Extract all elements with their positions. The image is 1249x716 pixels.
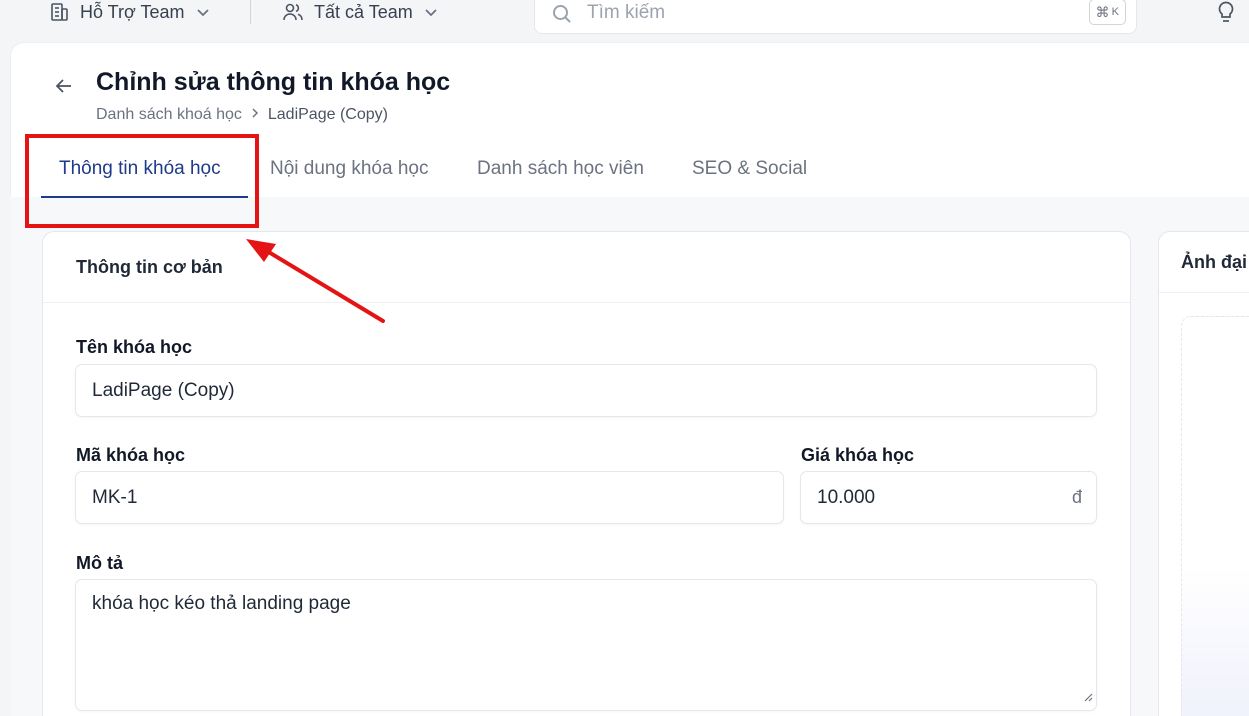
course-price-label: Giá khóa học [801, 445, 915, 465]
featured-image-card: Ảnh đại [1158, 231, 1249, 716]
search-box[interactable]: ⌘ K [534, 0, 1137, 34]
search-input[interactable] [587, 0, 1047, 27]
tab-course-content[interactable]: Nội dung khóa học [270, 158, 428, 180]
section-title: Thông tin cơ bản [76, 257, 223, 277]
annotation-highlight-box [25, 134, 259, 228]
basic-info-card: Thông tin cơ bản Tên khóa học Mã khóa họ… [42, 231, 1131, 716]
chevron-down-icon [195, 4, 211, 20]
course-price-field[interactable]: đ [800, 471, 1097, 524]
currency-unit: đ [1071, 487, 1082, 507]
members-label: Tất cả Team [314, 1, 413, 22]
building-icon [48, 1, 70, 23]
team-label: Hỗ Trợ Team [80, 1, 185, 22]
search-icon [551, 3, 573, 30]
shortcut-badge: ⌘ K [1088, 0, 1126, 25]
course-name-field[interactable] [75, 364, 1097, 417]
chevron-down-icon [423, 4, 439, 20]
lightbulb-icon[interactable] [1214, 0, 1238, 29]
course-code-input[interactable] [92, 472, 767, 523]
members-selector[interactable]: Tất cả Team [282, 0, 439, 24]
breadcrumb: Danh sách khoá học LadiPage (Copy) [96, 106, 388, 124]
page-title: Chỉnh sửa thông tin khóa học [96, 68, 451, 96]
course-price-input[interactable] [817, 472, 1037, 523]
top-bar: Hỗ Trợ Team Tất cả Team ⌘ K [0, 0, 1249, 42]
course-code-field[interactable] [75, 471, 784, 524]
card-header: Thông tin cơ bản [43, 232, 1130, 303]
shortcut-key: K [1111, 6, 1119, 18]
description-textarea[interactable]: khóa học kéo thả landing page [92, 592, 1080, 702]
tab-students[interactable]: Danh sách học viên [477, 158, 644, 180]
chevron-right-icon [250, 106, 260, 124]
featured-image-title: Ảnh đại [1181, 252, 1247, 272]
breadcrumb-current: LadiPage (Copy) [267, 106, 388, 123]
breadcrumb-link-courses[interactable]: Danh sách khoá học [96, 106, 242, 124]
users-icon [282, 1, 304, 23]
description-label: Mô tả [76, 553, 123, 573]
course-name-label: Tên khóa học [76, 337, 193, 357]
course-code-label: Mã khóa học [76, 445, 186, 465]
command-symbol: ⌘ [1095, 3, 1110, 20]
image-dropzone[interactable] [1181, 316, 1249, 716]
description-field[interactable]: khóa học kéo thả landing page [75, 579, 1097, 711]
side-card-header: Ảnh đại [1159, 232, 1249, 293]
team-selector[interactable]: Hỗ Trợ Team [48, 0, 211, 24]
topbar-divider [250, 0, 251, 24]
course-name-input[interactable] [92, 365, 1080, 416]
resize-grip-icon[interactable] [1083, 689, 1093, 707]
tab-seo-social[interactable]: SEO & Social [692, 158, 807, 180]
arrow-left-icon[interactable] [54, 76, 74, 96]
